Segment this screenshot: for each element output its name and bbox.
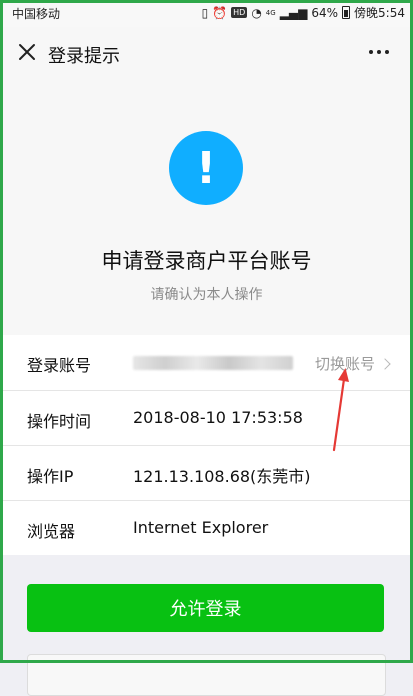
close-icon [19,44,35,60]
battery-percent: 64% [311,5,339,20]
page-title: 登录提示 [48,46,120,67]
account-label: 登录账号 [27,356,92,375]
allow-login-button[interactable]: 允许登录 [27,584,384,632]
browser-row: 浏览器 Internet Explorer [0,500,413,555]
more-dot-icon [377,50,381,54]
status-icons: ▯ ⏰ HD ◔ 4G ▂▄▆ 64% 傍晚5:54 [202,4,405,21]
chevron-right-icon [379,357,391,370]
wifi-icon: ◔ [251,5,262,20]
account-value-redacted [133,356,293,370]
browser-label: 浏览器 [27,522,76,541]
battery-icon [342,6,351,19]
more-dot-icon [369,50,373,54]
more-options-button[interactable] [365,41,393,63]
time-label: 操作时间 [27,412,92,431]
prompt-title: 申请登录商户平台账号 [101,249,312,273]
login-prompt-header: ! 申请登录商户平台账号 请确认为本人操作 [0,79,413,335]
time-value: 2018-08-10 17:53:58 [133,408,303,427]
alarm-icon: ⏰ [212,5,228,20]
ip-value: 121.13.108.68(东莞市) [133,467,311,486]
secondary-button[interactable] [27,654,386,696]
clock: 傍晚5:54 [354,6,405,20]
network-type-icon: 4G [265,8,276,17]
status-bar: 中国移动 ▯ ⏰ HD ◔ 4G ▂▄▆ 64% 傍晚5:54 [0,0,413,27]
warning-icon: ! [169,131,243,205]
signal-icon: ▂▄▆ [279,5,308,20]
annotation-arrow-icon [332,368,349,452]
prompt-subtitle: 请确认为本人操作 [150,287,263,303]
more-dot-icon [385,50,389,54]
carrier-name: 中国移动 [12,7,61,21]
nav-bar: 登录提示 [0,27,413,79]
vibrate-icon: ▯ [201,5,209,20]
ip-label: 操作IP [27,467,74,486]
browser-value: Internet Explorer [133,518,269,537]
hd-icon: HD [231,7,248,18]
close-button[interactable] [14,39,40,65]
